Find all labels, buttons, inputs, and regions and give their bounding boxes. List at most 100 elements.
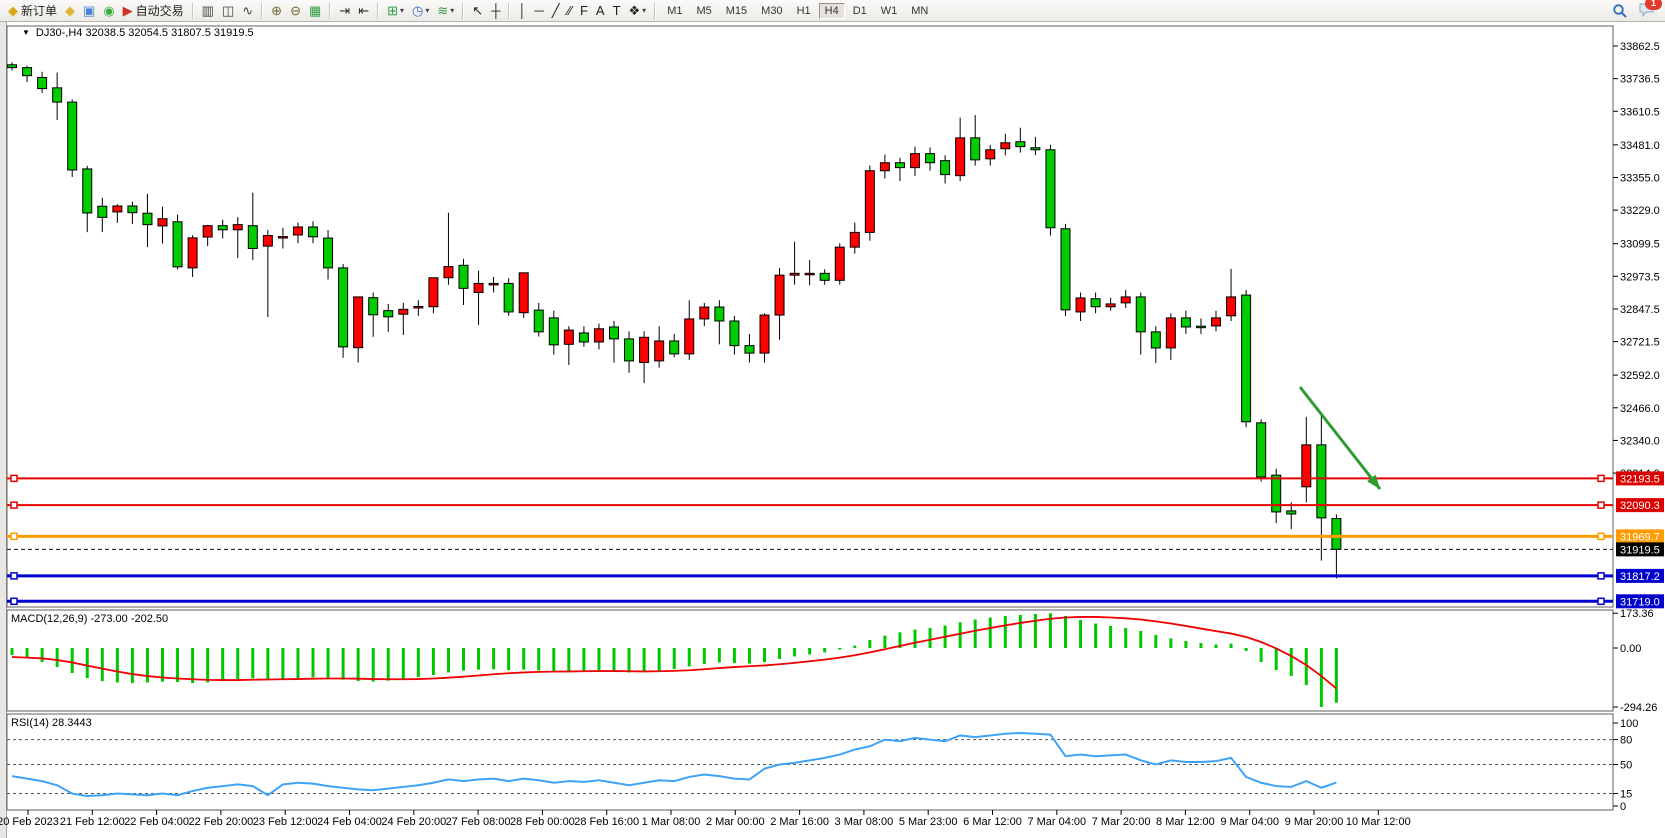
dropdown-caret-icon[interactable]: ▾ [425,6,429,15]
timeframe-d1-button[interactable]: D1 [847,3,873,19]
price-label-text: 31719.0 [1620,596,1660,608]
line-chart-button[interactable]: ∿ [238,0,257,21]
date-label: 24 Feb 04:00 [317,816,382,828]
candle-body [685,319,694,354]
cursor-button[interactable]: ↖ [468,0,487,21]
candle-body [745,346,754,354]
zoom-in-button[interactable]: ⊕ [267,0,286,21]
new-chart-button[interactable]: ⊞▾ [383,0,408,21]
timeframe-m30-button[interactable]: M30 [755,3,788,19]
cursor-icon: ↖ [472,4,483,17]
candle-body [760,315,769,353]
dropdown-caret-icon[interactable]: ▾ [400,6,404,15]
date-label: 22 Feb 04:00 [124,816,189,828]
price-tick-label: 33099.5 [1620,239,1660,251]
line-handle[interactable] [11,475,17,481]
candle-body [534,310,543,332]
auto-scroll-button[interactable]: ⇥ [335,0,354,21]
vertical-line-button[interactable]: │ [514,0,530,21]
notifications-button[interactable]: 1 [1638,2,1655,20]
toolbar-right-tools: 1 [1612,2,1655,20]
line-handle[interactable] [1598,533,1604,539]
date-label: 7 Mar 04:00 [1027,816,1086,828]
timeframe-mn-button[interactable]: MN [905,3,934,19]
toolbar-separator [377,3,379,19]
candle-body [519,273,528,313]
price-tick-label: 33862.5 [1620,41,1660,53]
timeframe-m1-button[interactable]: M1 [661,3,688,19]
horizontal-line-button[interactable]: ─ [531,0,548,21]
zoom-out-button[interactable]: ⊖ [286,0,305,21]
candle-body [820,273,829,280]
candle-body [926,154,935,163]
toolbar: ◆新订单◆▣◉▶自动交易▥◫∿⊕⊖▦⇥⇤⊞▾◷▾≋▾↖┼│─╱∕∕FAT❖▾M1… [0,0,1665,22]
auto-trading-icon: ▶ [123,4,133,17]
auto-scroll-icon: ⇥ [339,4,350,17]
line-handle[interactable] [1598,475,1604,481]
equidistant-channel-button[interactable]: ∕∕ [564,0,576,21]
candle-body [579,333,588,342]
arrows-button[interactable]: ❖▾ [625,0,651,21]
candle-body [1181,318,1190,327]
periods-icon: ◷ [412,4,423,17]
candle-body [610,327,619,339]
market-depth-icon: ◆ [65,4,75,17]
date-label: 22 Feb 20:00 [188,816,253,828]
line-handle[interactable] [1598,573,1604,579]
candle-body [670,341,679,354]
candle-body [1091,299,1100,307]
indicators-button[interactable]: ≋▾ [433,0,458,21]
history-center-icon: ▣ [83,4,95,17]
candle-body [263,236,272,247]
line-chart-icon: ∿ [242,4,253,17]
candle-body [474,283,483,292]
timeframe-w1-button[interactable]: W1 [875,3,904,19]
mt4-terminal-window: { "toolbar": { "buttons": [ {"name":"new… [0,0,1665,838]
candle-body [1212,318,1221,326]
candle-body [444,267,453,278]
search-icon[interactable] [1612,3,1628,19]
new-order-button[interactable]: ◆新订单 [4,0,61,21]
zoom-in-icon: ⊕ [271,4,282,17]
periods-button[interactable]: ◷▾ [408,0,433,21]
market-depth-button[interactable]: ◆ [61,0,79,21]
signals-button[interactable]: ◉ [99,0,118,21]
history-center-button[interactable]: ▣ [79,0,99,21]
date-label: 28 Feb 16:00 [574,816,639,828]
text-button[interactable]: A [592,0,609,21]
candle-body [233,225,242,230]
candle-body [188,238,197,268]
line-handle[interactable] [1598,502,1604,508]
tile-windows-button[interactable]: ▦ [305,0,325,21]
timeframe-m15-button[interactable]: M15 [720,3,753,19]
line-handle[interactable] [11,598,17,604]
line-handle[interactable] [11,502,17,508]
trendline-button[interactable]: ╱ [548,0,564,21]
dropdown-caret-icon[interactable]: ▾ [450,6,454,15]
candle-body [504,283,513,311]
line-handle[interactable] [1598,598,1604,604]
date-label: 8 Mar 12:00 [1156,816,1215,828]
candle-body [248,226,257,249]
timeframe-h1-button[interactable]: H1 [791,3,817,19]
timeframe-m5-button[interactable]: M5 [690,3,717,19]
chart-shift-button[interactable]: ⇤ [354,0,373,21]
candle-chart-button[interactable]: ◫ [218,0,238,21]
chart-symbol-header[interactable]: ▼DJ30-,H4 32038.5 32054.5 31807.5 31919.… [22,27,254,39]
text-label-button[interactable]: T [609,0,625,21]
fibonacci-button[interactable]: F [576,0,592,21]
fibonacci-icon: F [580,4,588,17]
crosshair-button[interactable]: ┼ [487,0,504,21]
timeframe-h4-button[interactable]: H4 [819,3,845,19]
line-handle[interactable] [11,533,17,539]
signals-icon: ◉ [103,4,114,17]
price-tick-label: 33229.0 [1620,205,1660,217]
rsi-tick-label: 15 [1620,789,1632,801]
line-handle[interactable] [11,573,17,579]
bar-chart-button[interactable]: ▥ [198,0,218,21]
toolbar-separator [329,3,331,19]
auto-trading-button[interactable]: ▶自动交易 [119,0,188,21]
dropdown-caret-icon[interactable]: ▾ [642,6,646,15]
candle-body [158,219,167,226]
candle-body [309,227,318,237]
